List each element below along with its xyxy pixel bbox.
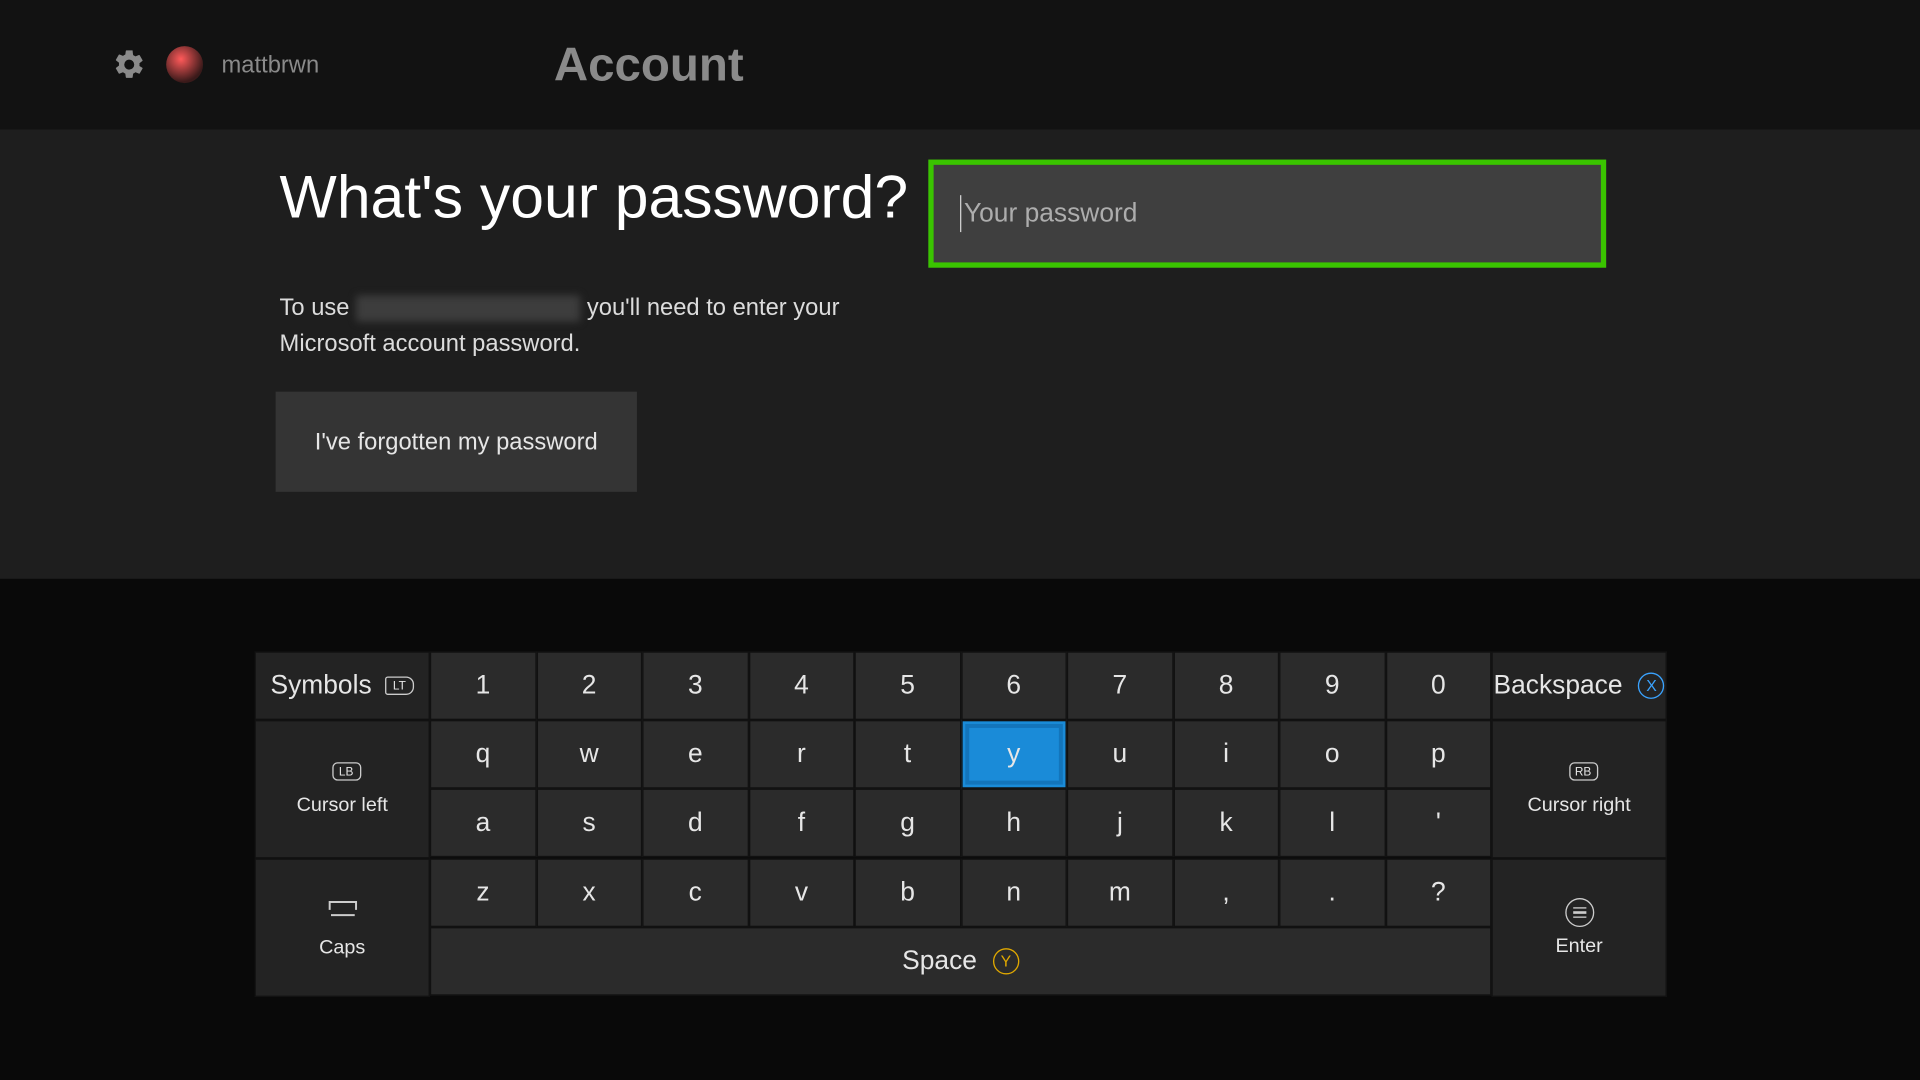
key-cursor-left[interactable]: LB Cursor left	[255, 720, 430, 858]
text-cursor	[960, 195, 961, 232]
password-input[interactable]: Your password	[928, 160, 1606, 268]
key-?[interactable]: ?	[1385, 858, 1491, 927]
keyboard-row-1: Symbols LT 1234567890 Backspace X	[255, 651, 1667, 720]
keyboard-row-2-3: LB Cursor left qwertyuiop asdfghjkl' RB …	[255, 720, 1667, 858]
password-subtext: To use you'll need to enter your Microso…	[280, 290, 900, 361]
key-6[interactable]: 6	[961, 651, 1067, 720]
x-badge: X	[1638, 673, 1664, 699]
key-symbols-label: Symbols	[271, 671, 372, 701]
header-bar: mattbrwn Account	[0, 0, 1920, 129]
username-label: mattbrwn	[222, 51, 320, 79]
key-symbols[interactable]: Symbols LT	[255, 651, 430, 720]
key-s[interactable]: s	[536, 789, 642, 858]
key-b[interactable]: b	[855, 858, 961, 927]
key-y[interactable]: y	[961, 720, 1067, 789]
key-,[interactable]: ,	[1173, 858, 1279, 927]
key-u[interactable]: u	[1067, 720, 1173, 789]
key-d[interactable]: d	[642, 789, 748, 858]
password-placeholder: Your password	[964, 198, 1137, 228]
key-t[interactable]: t	[855, 720, 961, 789]
key-4[interactable]: 4	[748, 651, 854, 720]
on-screen-keyboard: Symbols LT 1234567890 Backspace X LB Cur…	[255, 651, 1667, 999]
key-backspace-label: Backspace	[1494, 671, 1623, 701]
key-caps-label: Caps	[319, 936, 365, 958]
key-space[interactable]: Space Y	[430, 927, 1492, 996]
key-i[interactable]: i	[1173, 720, 1279, 789]
key-enter[interactable]: Enter	[1491, 858, 1666, 996]
key-e[interactable]: e	[642, 720, 748, 789]
key-0[interactable]: 0	[1385, 651, 1491, 720]
lt-badge: LT	[385, 676, 414, 694]
key-a[interactable]: a	[430, 789, 536, 858]
settings-icon[interactable]	[111, 46, 148, 83]
key-3[interactable]: 3	[642, 651, 748, 720]
key-p[interactable]: p	[1385, 720, 1491, 789]
password-heading: What's your password?	[280, 161, 909, 232]
key-k[interactable]: k	[1173, 789, 1279, 858]
key-cursor-left-label: Cursor left	[297, 794, 388, 816]
key-z[interactable]: z	[430, 858, 536, 927]
forgot-password-label: I've forgotten my password	[315, 428, 598, 456]
key-w[interactable]: w	[536, 720, 642, 789]
y-badge: Y	[993, 948, 1019, 974]
key-x[interactable]: x	[536, 858, 642, 927]
key-f[interactable]: f	[748, 789, 854, 858]
key-'[interactable]: '	[1385, 789, 1491, 858]
caps-icon	[325, 897, 359, 929]
key-9[interactable]: 9	[1279, 651, 1385, 720]
key-5[interactable]: 5	[855, 651, 961, 720]
menu-icon	[1565, 898, 1594, 927]
key-g[interactable]: g	[855, 789, 961, 858]
page-title: Account	[554, 37, 744, 92]
key-o[interactable]: o	[1279, 720, 1385, 789]
key-h[interactable]: h	[961, 789, 1067, 858]
redacted-email	[356, 296, 580, 322]
key-n[interactable]: n	[961, 858, 1067, 927]
key-m[interactable]: m	[1067, 858, 1173, 927]
user-avatar[interactable]	[166, 46, 203, 83]
key-q[interactable]: q	[430, 720, 536, 789]
key-cursor-right-label: Cursor right	[1527, 794, 1630, 816]
key-j[interactable]: j	[1067, 789, 1173, 858]
key-caps[interactable]: Caps	[255, 858, 430, 996]
key-l[interactable]: l	[1279, 789, 1385, 858]
key-8[interactable]: 8	[1173, 651, 1279, 720]
forgot-password-button[interactable]: I've forgotten my password	[276, 392, 637, 492]
key-space-label: Space	[902, 946, 977, 976]
key-enter-label: Enter	[1555, 935, 1602, 957]
keyboard-row-4-5: Caps zxcvbnm,.? Space Y Enter	[255, 858, 1667, 996]
subtext-pre: To use	[280, 294, 357, 320]
key-.[interactable]: .	[1279, 858, 1385, 927]
key-r[interactable]: r	[748, 720, 854, 789]
key-v[interactable]: v	[748, 858, 854, 927]
key-1[interactable]: 1	[430, 651, 536, 720]
key-backspace[interactable]: Backspace X	[1491, 651, 1666, 720]
key-7[interactable]: 7	[1067, 651, 1173, 720]
key-cursor-right[interactable]: RB Cursor right	[1491, 720, 1666, 858]
keyboard-panel: Symbols LT 1234567890 Backspace X LB Cur…	[0, 579, 1920, 1080]
lb-badge: LB	[332, 762, 361, 780]
key-2[interactable]: 2	[536, 651, 642, 720]
content-panel: What's your password? To use you'll need…	[0, 129, 1920, 579]
key-c[interactable]: c	[642, 858, 748, 927]
rb-badge: RB	[1569, 762, 1598, 780]
